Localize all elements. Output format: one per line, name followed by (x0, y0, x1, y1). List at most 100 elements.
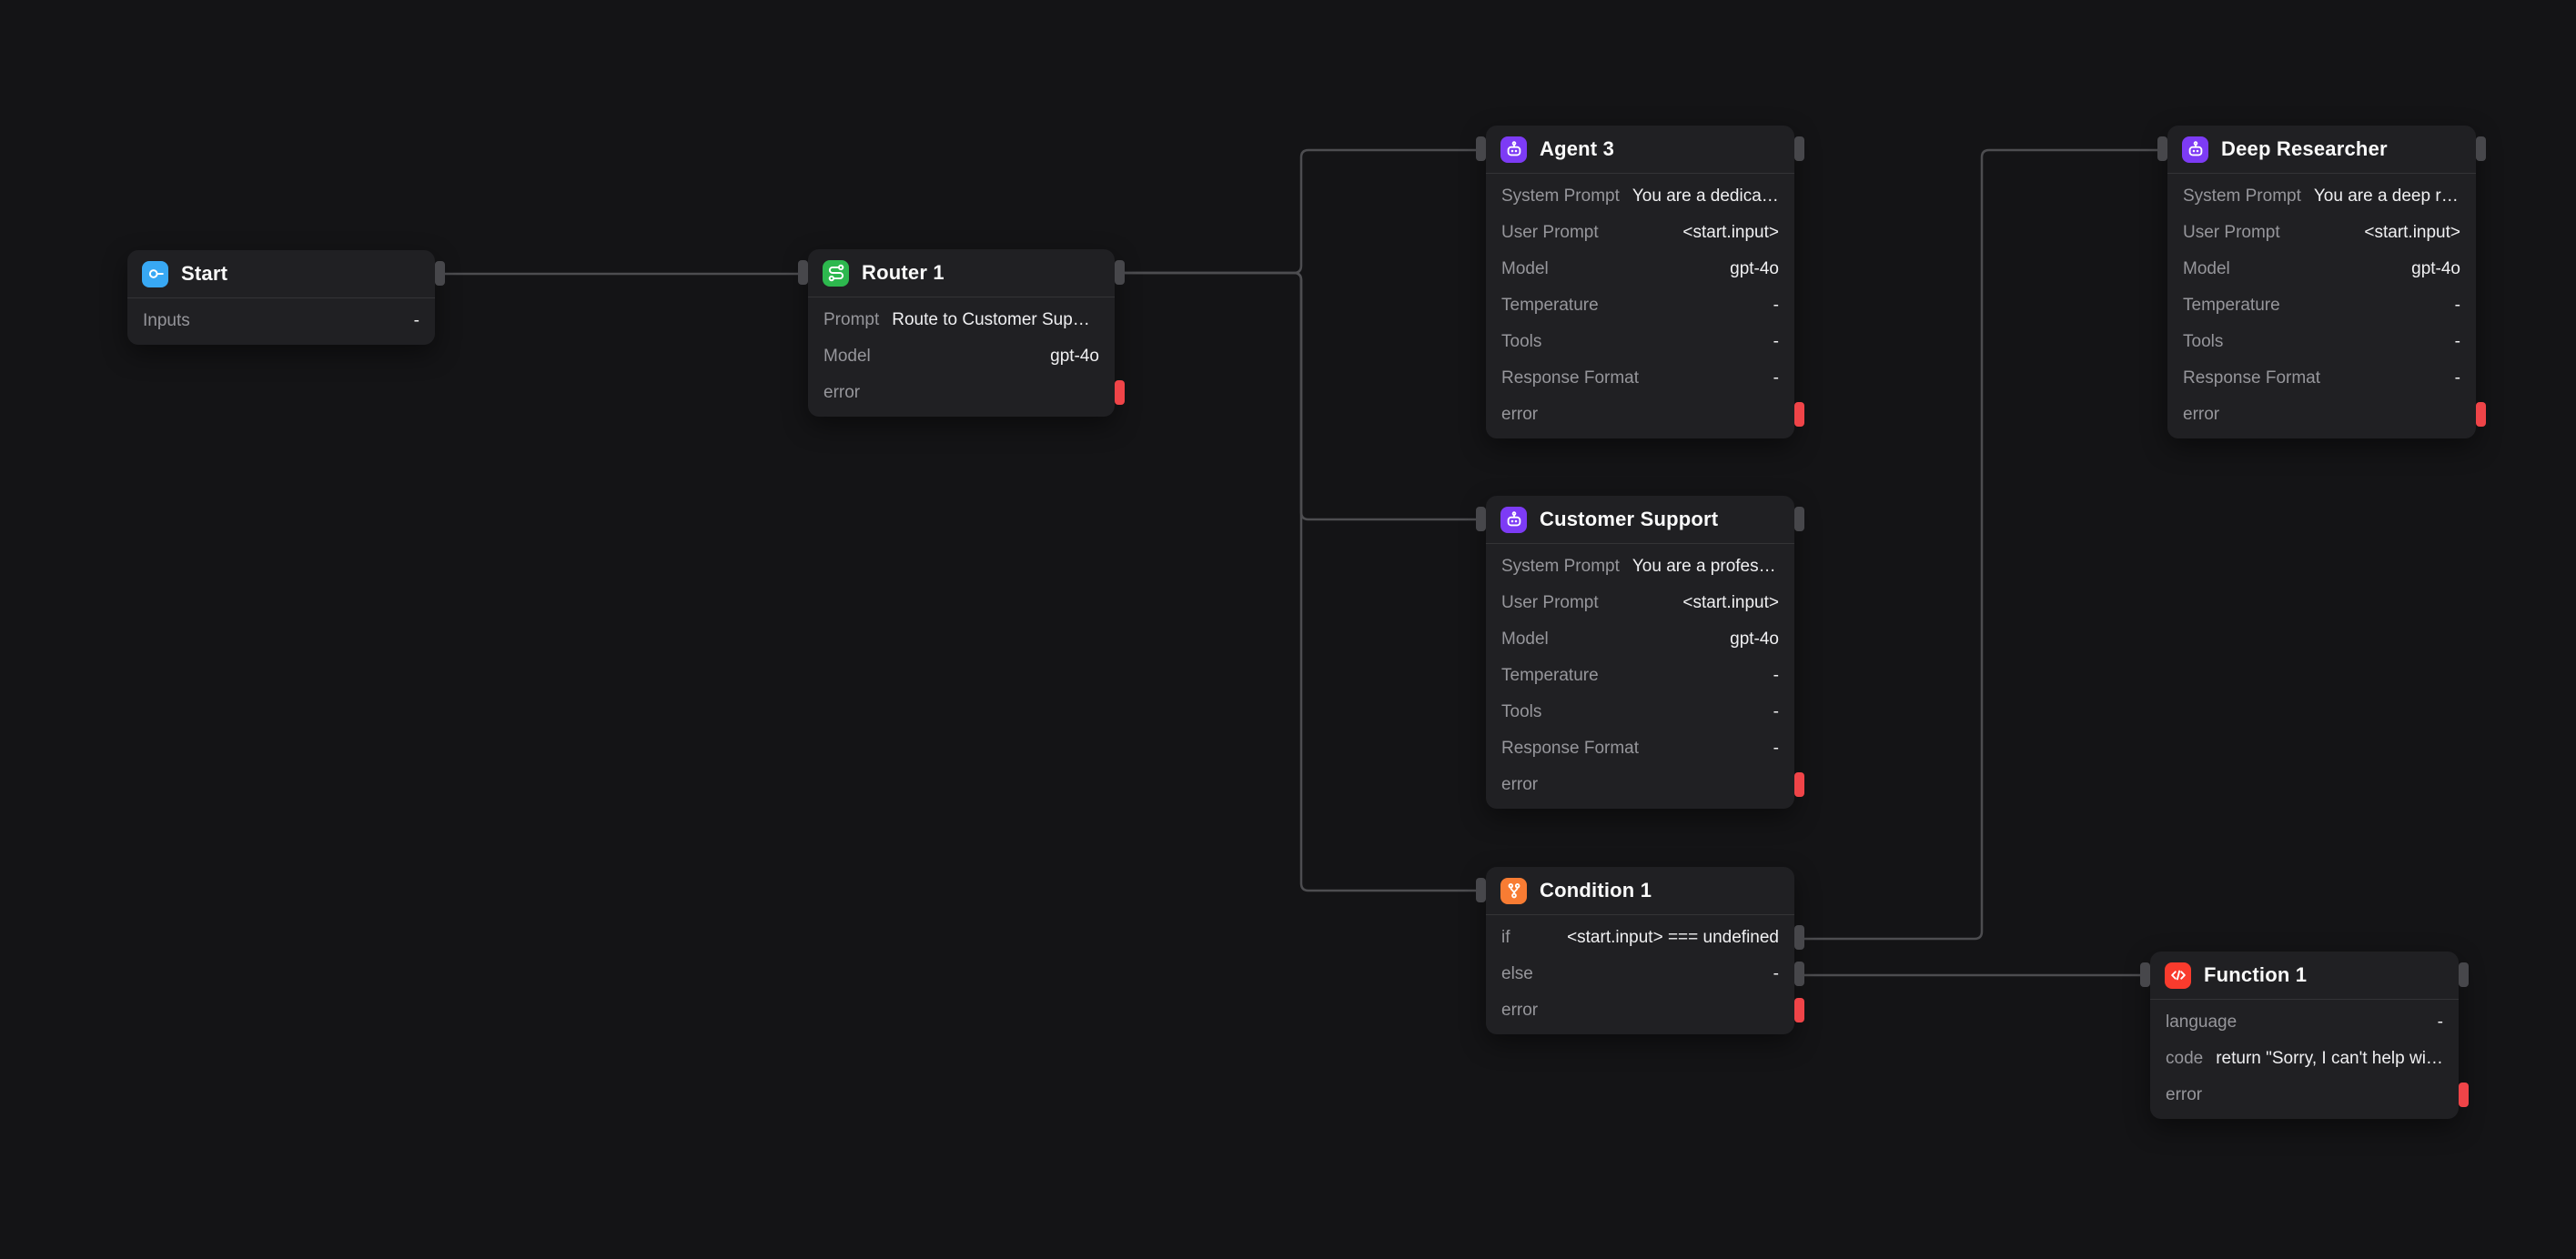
error-handle[interactable] (1794, 772, 1804, 797)
field-value: You are a professio... (1632, 557, 1779, 577)
node-header[interactable]: Start (127, 250, 435, 297)
field-label: System Prompt (1501, 557, 1620, 577)
field-row: User Prompt <start.input> (2167, 215, 2476, 251)
field-row: Prompt Route to Customer Suppo... (808, 302, 1115, 338)
node-header[interactable]: Customer Support (1486, 496, 1794, 543)
error-row: error (808, 375, 1115, 411)
if-output-handle[interactable] (1794, 925, 1804, 950)
field-row: Inputs - (127, 303, 435, 339)
field-label: error (2166, 1085, 2202, 1105)
output-handle[interactable] (1794, 136, 1804, 161)
node-deep-researcher[interactable]: Deep Researcher System Prompt You are a … (2167, 126, 2476, 438)
edge-router-customer-support (1125, 273, 1476, 519)
output-handle[interactable] (435, 261, 445, 286)
node-header[interactable]: Deep Researcher (2167, 126, 2476, 173)
node-header[interactable]: Condition 1 (1486, 867, 1794, 914)
edge-router-condition (1125, 273, 1476, 891)
field-value: - (2249, 1012, 2443, 1032)
field-label: Response Format (1501, 739, 1639, 759)
field-label: error (823, 383, 860, 403)
node-body: Inputs - (127, 297, 435, 345)
input-handle[interactable] (2157, 136, 2167, 161)
field-row: Tools - (1486, 324, 1794, 360)
field-row: Temperature - (1486, 287, 1794, 324)
field-value: - (2236, 332, 2460, 352)
field-label: else (1501, 964, 1533, 984)
field-row: System Prompt You are a dedicate... (1486, 178, 1794, 215)
node-body: System Prompt You are a deep res... User… (2167, 173, 2476, 438)
field-row: language - (2150, 1004, 2459, 1041)
field-row: User Prompt <start.input> (1486, 215, 1794, 251)
error-handle[interactable] (2476, 402, 2486, 427)
field-label: Prompt (823, 310, 879, 330)
field-row-else: else - (1486, 956, 1794, 992)
error-handle[interactable] (1115, 380, 1125, 405)
field-label: System Prompt (1501, 186, 1620, 206)
field-value: gpt-4o (1561, 259, 1779, 279)
field-label: User Prompt (1501, 223, 1599, 243)
node-title: Agent 3 (1540, 137, 1614, 161)
input-handle[interactable] (1476, 136, 1486, 161)
error-handle[interactable] (2459, 1083, 2469, 1107)
node-title: Router 1 (862, 261, 945, 285)
input-handle[interactable] (1476, 878, 1486, 902)
node-condition-1[interactable]: Condition 1 if <start.input> === undefin… (1486, 867, 1794, 1034)
edge-router-agent3 (1125, 150, 1476, 273)
input-handle[interactable] (798, 260, 808, 285)
node-function-1[interactable]: Function 1 language - code return "Sorry… (2150, 952, 2459, 1119)
node-router-1[interactable]: Router 1 Prompt Route to Customer Suppo.… (808, 249, 1115, 417)
field-label: Temperature (1501, 666, 1599, 686)
node-header[interactable]: Router 1 (808, 249, 1115, 297)
field-row: System Prompt You are a professio... (1486, 549, 1794, 585)
output-handle[interactable] (1115, 260, 1125, 285)
field-label: User Prompt (2183, 223, 2280, 243)
field-value: return "Sorry, I can't help with ... (2216, 1049, 2443, 1069)
field-label: System Prompt (2183, 186, 2301, 206)
input-handle[interactable] (1476, 507, 1486, 531)
flow-canvas[interactable]: Start Inputs - Router 1 (0, 0, 2576, 1259)
input-handle[interactable] (2140, 962, 2150, 987)
node-customer-support[interactable]: Customer Support System Prompt You are a… (1486, 496, 1794, 809)
output-handle[interactable] (2476, 136, 2486, 161)
node-title: Customer Support (1540, 508, 1718, 531)
field-value: You are a dedicate... (1632, 186, 1779, 206)
field-value: - (203, 311, 419, 331)
edge-condition-if-deep-researcher (1804, 150, 2157, 939)
field-row: Model gpt-4o (1486, 621, 1794, 658)
field-row: Model gpt-4o (808, 338, 1115, 375)
node-agent-3[interactable]: Agent 3 System Prompt You are a dedicate… (1486, 126, 1794, 438)
field-row: Tools - (1486, 694, 1794, 730)
field-value: - (1546, 964, 1779, 984)
field-row-if: if <start.input> === undefined (1486, 920, 1794, 956)
output-handle[interactable] (2459, 962, 2469, 987)
field-label: Model (1501, 630, 1549, 650)
field-label: Temperature (2183, 296, 2280, 316)
node-title: Condition 1 (1540, 879, 1652, 902)
field-label: language (2166, 1012, 2237, 1032)
field-label: Temperature (1501, 296, 1599, 316)
error-handle[interactable] (1794, 998, 1804, 1022)
field-label: Tools (1501, 702, 1541, 722)
error-row: error (1486, 397, 1794, 433)
bot-icon (1500, 507, 1527, 533)
field-value: - (2293, 296, 2460, 316)
field-label: error (1501, 775, 1538, 795)
field-value: gpt-4o (1561, 630, 1779, 650)
field-label: if (1501, 928, 1510, 948)
field-value: - (1652, 368, 1779, 388)
node-title: Function 1 (2204, 963, 2307, 987)
field-label: Model (823, 347, 871, 367)
node-header[interactable]: Function 1 (2150, 952, 2459, 999)
node-start[interactable]: Start Inputs - (127, 250, 435, 345)
field-label: Response Format (2183, 368, 2320, 388)
node-body: System Prompt You are a professio... Use… (1486, 543, 1794, 809)
error-handle[interactable] (1794, 402, 1804, 427)
field-label: User Prompt (1501, 593, 1599, 613)
start-icon (142, 261, 168, 287)
field-value: You are a deep res... (2314, 186, 2460, 206)
field-value: gpt-4o (884, 347, 1099, 367)
output-handle[interactable] (1794, 507, 1804, 531)
else-output-handle[interactable] (1794, 962, 1804, 986)
node-body: System Prompt You are a dedicate... User… (1486, 173, 1794, 438)
node-header[interactable]: Agent 3 (1486, 126, 1794, 173)
